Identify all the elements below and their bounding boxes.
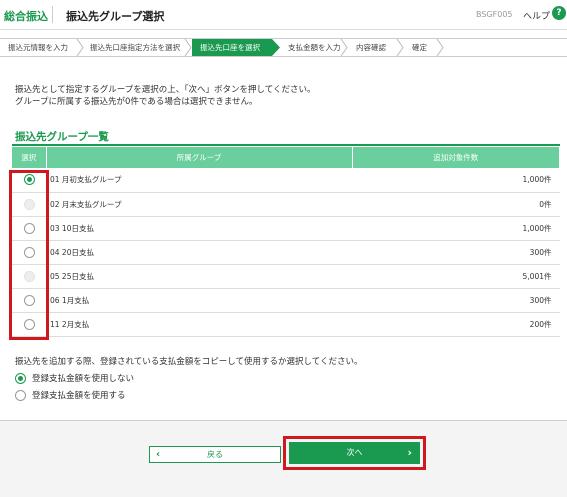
step-4: 支払金額を入力 bbox=[288, 43, 341, 52]
option-label: 登録支払金額を使用しない bbox=[32, 374, 135, 384]
table-row[interactable]: 01 月初支払グループ 1,000件 bbox=[12, 168, 560, 193]
table-row[interactable]: 11 2月支払 200件 bbox=[12, 312, 560, 337]
next-button[interactable]: 次へ › bbox=[289, 442, 420, 464]
copy-radio[interactable] bbox=[15, 373, 26, 384]
help-icon[interactable]: ? bbox=[552, 6, 566, 20]
option-label: 登録支払金額を使用する bbox=[32, 391, 126, 401]
option-use-amount[interactable]: 登録支払金額を使用する bbox=[15, 389, 126, 401]
table-row[interactable]: 04 20日支払 300件 bbox=[12, 240, 560, 265]
col-select: 選択 bbox=[12, 147, 47, 168]
group-name: 01 月初支払グループ bbox=[46, 168, 352, 193]
target-count: 300件 bbox=[352, 240, 560, 265]
instruction-line-1: 振込先として指定するグループを選択の上、「次へ」ボタンを押してください。 bbox=[15, 85, 316, 95]
selection-column-highlight bbox=[9, 170, 49, 340]
step-separator bbox=[396, 39, 404, 56]
target-count: 300件 bbox=[352, 288, 560, 313]
back-button-label: 戻る bbox=[207, 450, 223, 459]
group-name: 03 10日支払 bbox=[46, 216, 352, 241]
app-header: 総合振込 振込先グループ選択 BSGF005 ヘルプ ? bbox=[0, 0, 567, 30]
target-count: 1,000件 bbox=[352, 216, 560, 241]
target-count: 0件 bbox=[352, 192, 560, 217]
page-title: 振込先グループ選択 bbox=[66, 10, 165, 23]
step-3-current: 振込先口座を選択 bbox=[192, 39, 272, 56]
option-do-not-use-amount[interactable]: 登録支払金額を使用しない bbox=[15, 372, 134, 384]
table-row: 02 月末支払グループ 0件 bbox=[12, 192, 560, 217]
group-list-title: 振込先グループ一覧 bbox=[15, 131, 109, 143]
col-count: 追加対象件数 bbox=[352, 147, 560, 168]
step-separator bbox=[436, 39, 444, 56]
step-2: 振込先口座指定方法を選択 bbox=[90, 43, 180, 52]
target-count: 1,000件 bbox=[352, 168, 560, 193]
chevron-left-icon: ‹ bbox=[156, 449, 161, 460]
table-header-row: 選択 所属グループ 追加対象件数 bbox=[12, 147, 560, 168]
step-1: 振込元情報を入力 bbox=[8, 43, 68, 52]
step-separator bbox=[340, 39, 348, 56]
header-divider bbox=[52, 6, 53, 23]
step-separator bbox=[184, 39, 192, 56]
col-group: 所属グループ bbox=[46, 147, 353, 168]
step-bar: 振込元情報を入力 振込先口座指定方法を選択 振込先口座を選択 支払金額を入力 内… bbox=[0, 38, 567, 57]
back-button[interactable]: ‹ 戻る bbox=[149, 446, 281, 463]
table-row: 05 25日支払 5,001件 bbox=[12, 264, 560, 289]
table-row[interactable]: 06 1月支払 300件 bbox=[12, 288, 560, 313]
copy-amount-note: 振込先を追加する際、登録されている支払金額をコピーして使用するか選択してください… bbox=[15, 357, 363, 367]
brand-label: 総合振込 bbox=[4, 10, 48, 23]
instructions: 振込先として指定するグループを選択の上、「次へ」ボタンを押してください。 グルー… bbox=[15, 84, 315, 108]
next-button-label: 次へ bbox=[346, 448, 363, 457]
screen-id: BSGF005 bbox=[476, 10, 513, 19]
group-name: 04 20日支払 bbox=[46, 240, 352, 265]
table-row[interactable]: 03 10日支払 1,000件 bbox=[12, 216, 560, 241]
next-button-highlight: 次へ › bbox=[283, 436, 426, 470]
help-link[interactable]: ヘルプ bbox=[523, 9, 550, 22]
group-name: 11 2月支払 bbox=[46, 312, 352, 337]
group-table: 選択 所属グループ 追加対象件数 01 月初支払グループ 1,000件 02 月… bbox=[12, 147, 560, 337]
target-count: 5,001件 bbox=[352, 264, 560, 289]
target-count: 200件 bbox=[352, 312, 560, 337]
step-separator-active bbox=[272, 39, 280, 56]
instruction-line-2: グループに所属する振込先が0件である場合は選択できません。 bbox=[15, 97, 258, 107]
chevron-right-icon: › bbox=[407, 446, 412, 459]
group-name: 05 25日支払 bbox=[46, 264, 352, 289]
copy-radio[interactable] bbox=[15, 390, 26, 401]
section-underline bbox=[12, 144, 560, 146]
group-name: 06 1月支払 bbox=[46, 288, 352, 313]
step-5: 内容確認 bbox=[356, 43, 386, 52]
group-name: 02 月末支払グループ bbox=[46, 192, 352, 217]
